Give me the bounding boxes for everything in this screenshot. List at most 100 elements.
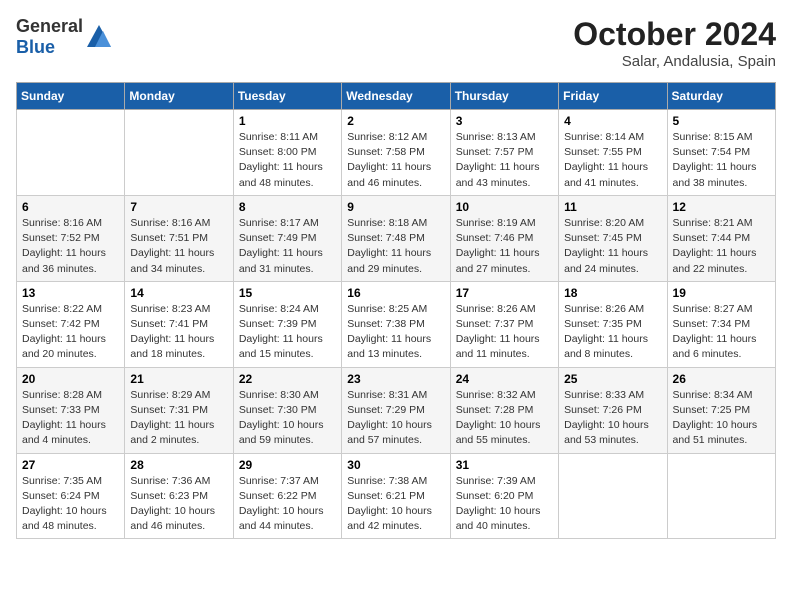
weekday-header-monday: Monday xyxy=(125,83,233,110)
day-info: Sunrise: 8:33 AM Sunset: 7:26 PM Dayligh… xyxy=(564,388,661,449)
calendar-cell: 16 Sunrise: 8:25 AM Sunset: 7:38 PM Dayli… xyxy=(342,281,450,367)
calendar-cell: 24 Sunrise: 8:32 AM Sunset: 7:28 PM Dayli… xyxy=(450,367,558,453)
weekday-header-row: SundayMondayTuesdayWednesdayThursdayFrid… xyxy=(17,83,776,110)
day-number: 15 xyxy=(239,286,336,300)
calendar-week-row: 6Sunrise: 8:16 AM Sunset: 7:52 PM Daylig… xyxy=(17,195,776,281)
day-info: Sunrise: 8:16 AM Sunset: 7:51 PM Dayligh… xyxy=(130,216,227,277)
calendar-cell: 12 Sunrise: 8:21 AM Sunset: 7:44 PM Dayli… xyxy=(667,195,775,281)
calendar-cell: 27Sunrise: 7:35 AM Sunset: 6:24 PM Dayli… xyxy=(17,453,125,539)
day-number: 5 xyxy=(673,114,770,128)
day-number: 19 xyxy=(673,286,770,300)
location-title: Salar, Andalusia, Spain xyxy=(573,53,776,70)
day-info: Sunrise: 8:26 AM Sunset: 7:35 PM Dayligh… xyxy=(564,302,661,363)
day-number: 22 xyxy=(239,372,336,386)
calendar-cell: 30 Sunrise: 7:38 AM Sunset: 6:21 PM Dayli… xyxy=(342,453,450,539)
day-info: Sunrise: 8:26 AM Sunset: 7:37 PM Dayligh… xyxy=(456,302,553,363)
day-number: 26 xyxy=(673,372,770,386)
weekday-header-wednesday: Wednesday xyxy=(342,83,450,110)
day-number: 20 xyxy=(22,372,119,386)
calendar-cell: 19 Sunrise: 8:27 AM Sunset: 7:34 PM Dayli… xyxy=(667,281,775,367)
day-number: 12 xyxy=(673,200,770,214)
day-number: 29 xyxy=(239,458,336,472)
calendar-cell: 28 Sunrise: 7:36 AM Sunset: 6:23 PM Dayli… xyxy=(125,453,233,539)
calendar-cell: 21 Sunrise: 8:29 AM Sunset: 7:31 PM Dayli… xyxy=(125,367,233,453)
logo-general: General xyxy=(16,16,83,36)
day-number: 7 xyxy=(130,200,227,214)
day-info: Sunrise: 7:37 AM Sunset: 6:22 PM Dayligh… xyxy=(239,474,336,535)
day-info: Sunrise: 8:14 AM Sunset: 7:55 PM Dayligh… xyxy=(564,130,661,191)
calendar-cell: 26 Sunrise: 8:34 AM Sunset: 7:25 PM Dayli… xyxy=(667,367,775,453)
day-number: 25 xyxy=(564,372,661,386)
calendar-cell: 10 Sunrise: 8:19 AM Sunset: 7:46 PM Dayli… xyxy=(450,195,558,281)
calendar-cell xyxy=(667,453,775,539)
day-number: 31 xyxy=(456,458,553,472)
day-number: 2 xyxy=(347,114,444,128)
calendar-cell: 15 Sunrise: 8:24 AM Sunset: 7:39 PM Dayli… xyxy=(233,281,341,367)
day-info: Sunrise: 8:19 AM Sunset: 7:46 PM Dayligh… xyxy=(456,216,553,277)
day-info: Sunrise: 8:11 AM Sunset: 8:00 PM Dayligh… xyxy=(239,130,336,191)
day-number: 23 xyxy=(347,372,444,386)
calendar-cell: 31 Sunrise: 7:39 AM Sunset: 6:20 PM Dayli… xyxy=(450,453,558,539)
day-info: Sunrise: 8:32 AM Sunset: 7:28 PM Dayligh… xyxy=(456,388,553,449)
calendar-cell: 13 Sunrise: 8:22 AM Sunset: 7:42 PM Dayli… xyxy=(17,281,125,367)
calendar-table: SundayMondayTuesdayWednesdayThursdayFrid… xyxy=(16,82,776,539)
day-number: 17 xyxy=(456,286,553,300)
day-info: Sunrise: 8:13 AM Sunset: 7:57 PM Dayligh… xyxy=(456,130,553,191)
calendar-cell: 29 Sunrise: 7:37 AM Sunset: 6:22 PM Dayli… xyxy=(233,453,341,539)
day-number: 24 xyxy=(456,372,553,386)
calendar-cell: 14 Sunrise: 8:23 AM Sunset: 7:41 PM Dayli… xyxy=(125,281,233,367)
day-number: 10 xyxy=(456,200,553,214)
weekday-header-friday: Friday xyxy=(559,83,667,110)
day-info: Sunrise: 7:35 AM Sunset: 6:24 PM Dayligh… xyxy=(22,474,119,535)
day-number: 3 xyxy=(456,114,553,128)
day-number: 4 xyxy=(564,114,661,128)
logo-blue: Blue xyxy=(16,37,55,57)
day-number: 18 xyxy=(564,286,661,300)
day-info: Sunrise: 7:36 AM Sunset: 6:23 PM Dayligh… xyxy=(130,474,227,535)
day-info: Sunrise: 8:15 AM Sunset: 7:54 PM Dayligh… xyxy=(673,130,770,191)
day-info: Sunrise: 8:17 AM Sunset: 7:49 PM Dayligh… xyxy=(239,216,336,277)
calendar-cell: 7 Sunrise: 8:16 AM Sunset: 7:51 PM Daylig… xyxy=(125,195,233,281)
calendar-cell xyxy=(17,110,125,196)
calendar-week-row: 1Sunrise: 8:11 AM Sunset: 8:00 PM Daylig… xyxy=(17,110,776,196)
day-number: 9 xyxy=(347,200,444,214)
day-number: 30 xyxy=(347,458,444,472)
day-info: Sunrise: 8:21 AM Sunset: 7:44 PM Dayligh… xyxy=(673,216,770,277)
day-info: Sunrise: 7:39 AM Sunset: 6:20 PM Dayligh… xyxy=(456,474,553,535)
calendar-cell: 11 Sunrise: 8:20 AM Sunset: 7:45 PM Dayli… xyxy=(559,195,667,281)
day-info: Sunrise: 8:27 AM Sunset: 7:34 PM Dayligh… xyxy=(673,302,770,363)
calendar-cell: 9 Sunrise: 8:18 AM Sunset: 7:48 PM Daylig… xyxy=(342,195,450,281)
calendar-cell xyxy=(559,453,667,539)
day-number: 21 xyxy=(130,372,227,386)
day-info: Sunrise: 8:29 AM Sunset: 7:31 PM Dayligh… xyxy=(130,388,227,449)
day-number: 16 xyxy=(347,286,444,300)
calendar-cell: 4 Sunrise: 8:14 AM Sunset: 7:55 PM Daylig… xyxy=(559,110,667,196)
day-info: Sunrise: 7:38 AM Sunset: 6:21 PM Dayligh… xyxy=(347,474,444,535)
day-info: Sunrise: 8:18 AM Sunset: 7:48 PM Dayligh… xyxy=(347,216,444,277)
weekday-header-sunday: Sunday xyxy=(17,83,125,110)
logo-icon xyxy=(85,23,113,51)
calendar-cell: 1Sunrise: 8:11 AM Sunset: 8:00 PM Daylig… xyxy=(233,110,341,196)
weekday-header-tuesday: Tuesday xyxy=(233,83,341,110)
page-header: General Blue October 2024 Salar, Andalus… xyxy=(16,16,776,70)
day-number: 13 xyxy=(22,286,119,300)
day-info: Sunrise: 8:23 AM Sunset: 7:41 PM Dayligh… xyxy=(130,302,227,363)
calendar-week-row: 13 Sunrise: 8:22 AM Sunset: 7:42 PM Dayli… xyxy=(17,281,776,367)
calendar-cell: 25 Sunrise: 8:33 AM Sunset: 7:26 PM Dayli… xyxy=(559,367,667,453)
day-info: Sunrise: 8:12 AM Sunset: 7:58 PM Dayligh… xyxy=(347,130,444,191)
day-info: Sunrise: 8:25 AM Sunset: 7:38 PM Dayligh… xyxy=(347,302,444,363)
day-number: 28 xyxy=(130,458,227,472)
day-info: Sunrise: 8:24 AM Sunset: 7:39 PM Dayligh… xyxy=(239,302,336,363)
day-info: Sunrise: 8:20 AM Sunset: 7:45 PM Dayligh… xyxy=(564,216,661,277)
calendar-cell: 17 Sunrise: 8:26 AM Sunset: 7:37 PM Dayli… xyxy=(450,281,558,367)
day-info: Sunrise: 8:34 AM Sunset: 7:25 PM Dayligh… xyxy=(673,388,770,449)
day-info: Sunrise: 8:31 AM Sunset: 7:29 PM Dayligh… xyxy=(347,388,444,449)
calendar-cell: 23 Sunrise: 8:31 AM Sunset: 7:29 PM Dayli… xyxy=(342,367,450,453)
calendar-cell: 22Sunrise: 8:30 AM Sunset: 7:30 PM Dayli… xyxy=(233,367,341,453)
day-number: 6 xyxy=(22,200,119,214)
day-number: 11 xyxy=(564,200,661,214)
day-info: Sunrise: 8:22 AM Sunset: 7:42 PM Dayligh… xyxy=(22,302,119,363)
calendar-cell: 5 Sunrise: 8:15 AM Sunset: 7:54 PM Daylig… xyxy=(667,110,775,196)
calendar-cell xyxy=(125,110,233,196)
day-number: 14 xyxy=(130,286,227,300)
